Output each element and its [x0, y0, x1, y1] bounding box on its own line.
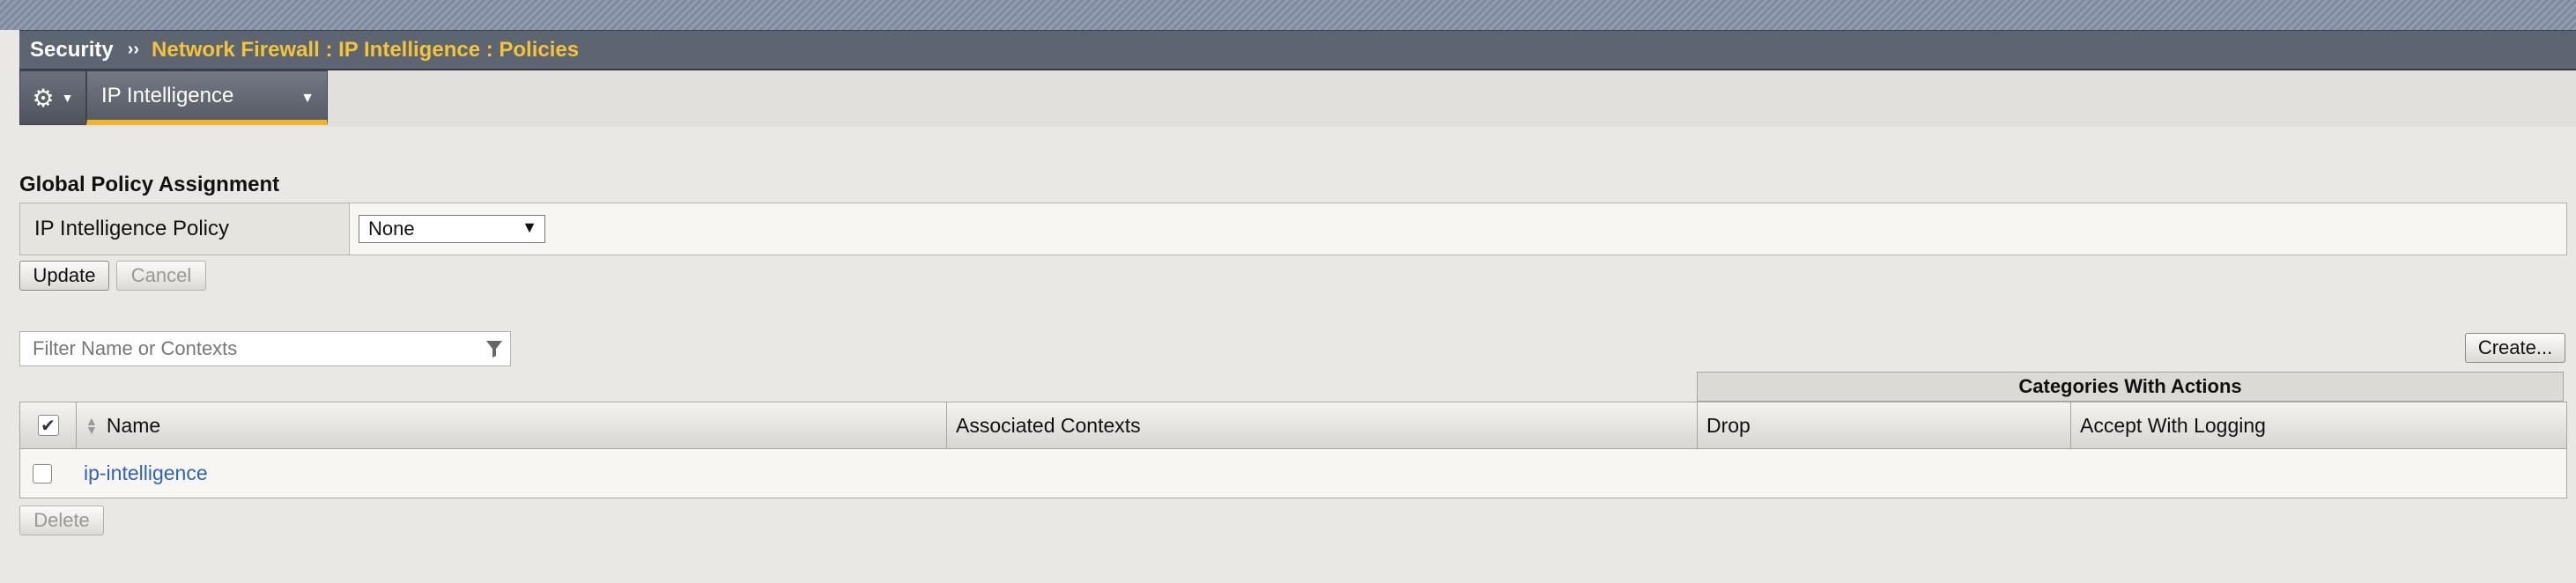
column-associated-contexts: Associated Contexts — [947, 402, 1698, 448]
section-title: Global Policy Assignment — [19, 173, 280, 196]
top-banner — [0, 0, 2576, 30]
filter-input[interactable]: Filter Name or Contexts — [19, 331, 511, 366]
column-accept-with-logging-label: Accept With Logging — [2080, 413, 2266, 437]
column-name[interactable]: ▲ ▼ Name — [77, 402, 947, 448]
create-button[interactable]: Create... — [2465, 333, 2565, 363]
column-drop: Drop — [1698, 402, 2071, 448]
table-header: ✔ ▲ ▼ Name Associated Contexts Drop Accep… — [19, 402, 2567, 449]
sort-icon: ▲ ▼ — [85, 414, 98, 437]
dropdown-arrow-icon: ▼ — [522, 218, 537, 236]
policy-select-value: None — [368, 218, 415, 240]
cancel-button[interactable]: Cancel — [116, 261, 206, 291]
tab-ip-intelligence[interactable]: IP Intelligence ▼ — [86, 70, 328, 125]
policy-link[interactable]: ip-intelligence — [84, 461, 208, 485]
table-row: ip-intelligence — [19, 449, 2567, 498]
filter-icon[interactable] — [485, 339, 503, 358]
categories-with-actions-header: Categories With Actions — [1697, 372, 2564, 402]
update-button[interactable]: Update — [19, 261, 109, 291]
column-accept-with-logging: Accept With Logging — [2071, 402, 2566, 448]
filter-placeholder: Filter Name or Contexts — [33, 337, 238, 359]
tab-bar: ⚙ ▼ IP Intelligence ▼ — [19, 70, 2576, 127]
policy-label: IP Intelligence Policy — [20, 203, 350, 255]
row-checkbox[interactable] — [33, 463, 52, 483]
chevron-down-icon: ▼ — [300, 91, 315, 106]
breadcrumb: Security ›› Network Firewall : IP Intell… — [19, 30, 2576, 70]
policy-value-cell: None ▼ — [350, 203, 545, 255]
column-associated-contexts-label: Associated Contexts — [956, 413, 1141, 437]
select-all-checkbox[interactable]: ✔ — [37, 415, 59, 436]
tab-label: IP Intelligence — [101, 83, 234, 107]
column-drop-label: Drop — [1706, 413, 1751, 437]
global-policy-table: IP Intelligence Policy None ▼ — [19, 203, 2567, 255]
breadcrumb-root[interactable]: Security — [30, 38, 114, 63]
delete-button[interactable]: Delete — [19, 506, 104, 535]
breadcrumb-path: Network Firewall : IP Intelligence : Pol… — [152, 37, 580, 62]
column-name-label: Name — [106, 413, 161, 437]
chevron-down-icon: ▼ — [61, 91, 74, 105]
select-all-cell: ✔ — [20, 402, 77, 448]
breadcrumb-separator: ›› — [127, 40, 140, 59]
policy-select[interactable]: None ▼ — [359, 215, 545, 243]
gear-icon: ⚙ — [32, 84, 55, 112]
gear-menu-button[interactable]: ⚙ ▼ — [19, 70, 86, 125]
